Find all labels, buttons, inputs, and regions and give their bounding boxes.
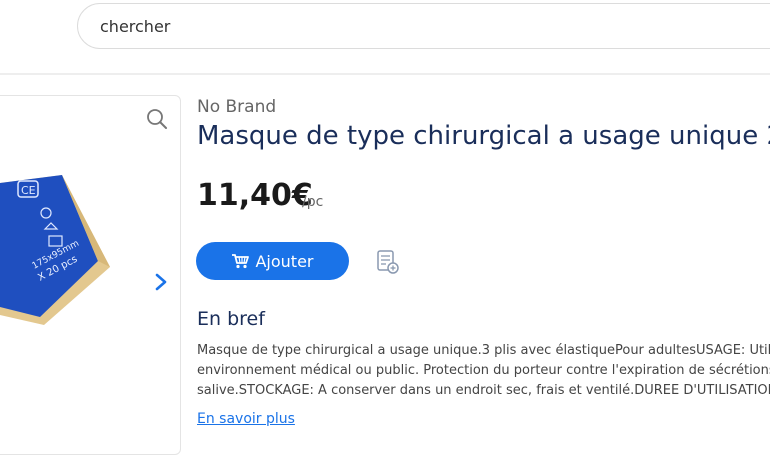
summary-line: environnement médical ou public. Protect…: [197, 363, 770, 378]
shopping-list-icon[interactable]: [376, 249, 400, 275]
ce-mark: CE: [21, 184, 36, 197]
summary-line: Masque de type chirurgical a usage uniqu…: [197, 343, 770, 358]
search-input[interactable]: [98, 16, 702, 37]
summary-description: Masque de type chirurgical a usage uniqu…: [197, 341, 770, 401]
product-title: Masque de type chirurgical a usage uniqu…: [197, 121, 770, 151]
summary-line: salive.STOCKAGE: A conserver dans un end…: [197, 383, 770, 398]
header-divider: [0, 73, 770, 75]
add-to-cart-label: Ajouter: [255, 251, 314, 271]
price-unit: /pc: [302, 194, 324, 210]
product-photo: CE 175x95mm X 20 pcs: [0, 175, 110, 325]
magnifier-icon[interactable]: [146, 108, 168, 130]
add-to-cart-button[interactable]: Ajouter: [196, 242, 349, 280]
learn-more-link[interactable]: En savoir plus: [197, 411, 295, 427]
chevron-right-icon[interactable]: [152, 270, 170, 294]
search-bar[interactable]: [77, 3, 770, 49]
summary-title: En bref: [197, 308, 265, 330]
product-price: 11,40€: [197, 178, 313, 213]
cart-icon: [232, 254, 250, 269]
product-brand[interactable]: No Brand: [197, 97, 276, 117]
